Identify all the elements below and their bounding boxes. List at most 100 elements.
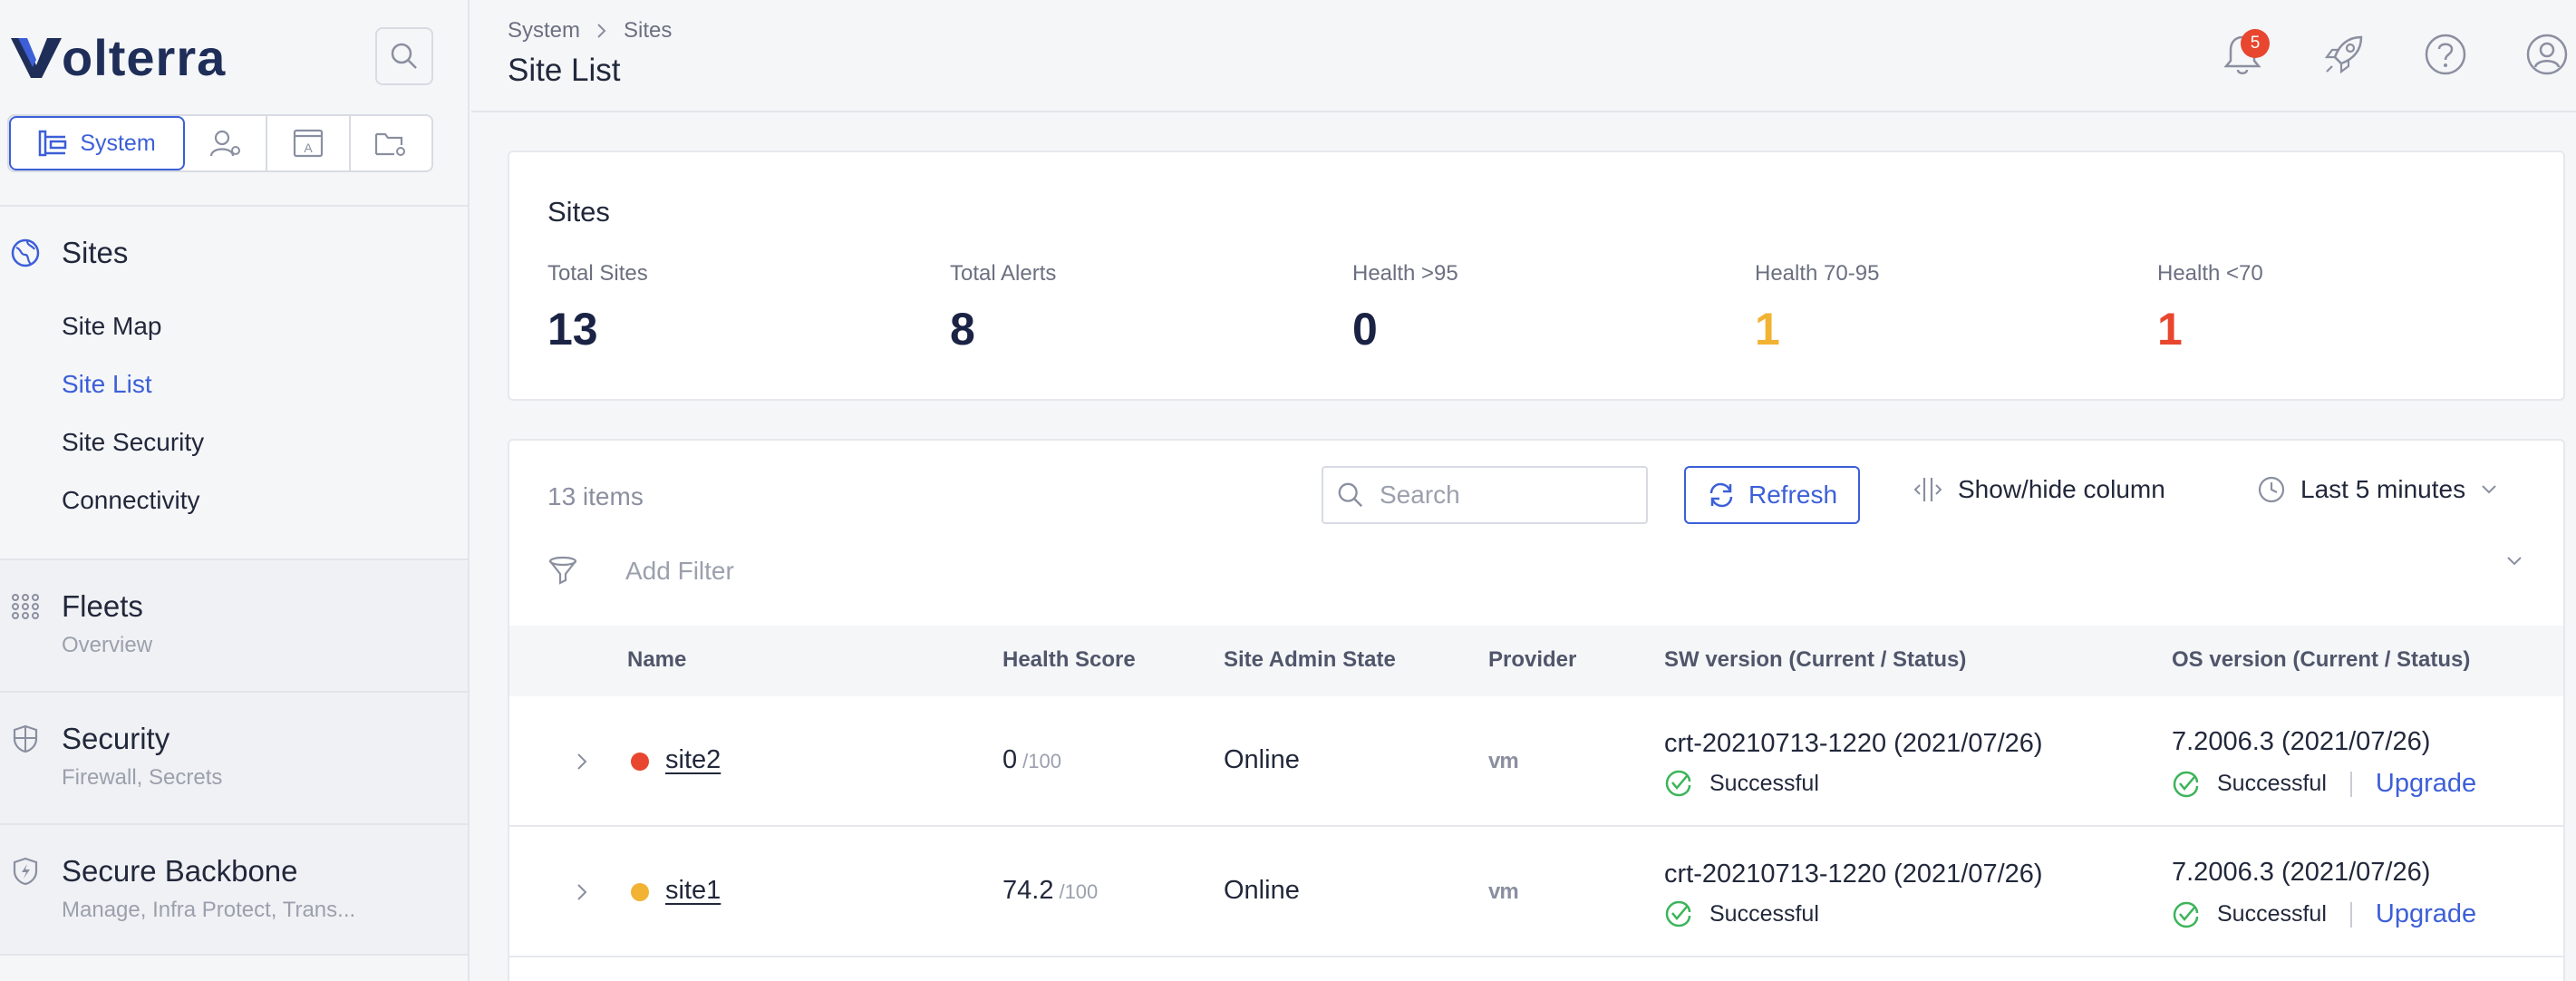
security-label: Security [62, 722, 170, 755]
stat-health-70-95: Health 70-95 1 [1755, 261, 1879, 355]
sw-status-label: Successful [1709, 900, 1819, 927]
notifications-button[interactable]: 5 [2215, 27, 2270, 82]
stat-label: Health 70-95 [1755, 261, 1880, 286]
os-status: Successful Upgrade [2172, 899, 2476, 929]
os-status: Successful Upgrade [2172, 769, 2476, 799]
chevron-down-icon[interactable] [2505, 555, 2523, 568]
stat-value: 1 [1755, 304, 1780, 355]
user-avatar-icon [2526, 34, 2568, 75]
shield-icon [11, 724, 40, 753]
site-admin-state: Online [1224, 745, 1300, 774]
breadcrumb: System Sites [508, 18, 672, 44]
sidebar-section-fleets[interactable]: Fleets Overview [0, 558, 470, 691]
breadcrumb-system[interactable]: System [508, 18, 580, 44]
column-header-health-score[interactable]: Health Score [1002, 647, 1136, 673]
time-range-dropdown[interactable]: Last 5 minutes [2257, 475, 2498, 504]
stat-health-below-70: Health <70 1 [2157, 261, 2263, 355]
health-score: 0/100 [1002, 745, 1061, 775]
health-score: 74.2/100 [1002, 876, 1098, 906]
column-header-os-version[interactable]: OS version (Current / Status) [2172, 647, 2470, 673]
chevron-right-icon[interactable] [575, 881, 589, 903]
sw-version: crt-20210713-1220 (2021/07/26) [1664, 729, 2043, 758]
page-header: System Sites Site List 5 [471, 0, 2576, 112]
fleets-subtitle: Overview [62, 633, 153, 657]
os-status-label: Successful [2217, 901, 2327, 927]
sidebar: olterra System A Sites Site Map Site Lis… [0, 0, 470, 981]
summary-title: Sites [547, 196, 610, 228]
site-name-link[interactable]: site1 [665, 876, 721, 906]
add-filter-bar[interactable]: Add Filter [547, 546, 2523, 597]
success-check-icon [1665, 900, 1691, 928]
logo-v-mark [11, 38, 62, 78]
sw-status: Successful [1664, 899, 1819, 928]
stat-label: Health <70 [2157, 261, 2263, 286]
workspace-account-button[interactable] [185, 116, 268, 170]
help-circle-icon [2425, 34, 2466, 75]
chevron-right-icon [597, 24, 606, 38]
workspace-admin-button[interactable]: A [267, 116, 351, 170]
table-row[interactable]: site1 74.2/100 Online vm crt-20210713-12… [509, 827, 2563, 957]
items-count: 13 items [547, 482, 644, 510]
upgrade-link[interactable]: Upgrade [2376, 769, 2476, 799]
column-header-sw-version[interactable]: SW version (Current / Status) [1664, 647, 1966, 673]
folder-settings-icon [375, 132, 406, 156]
stat-value: 1 [2157, 304, 2183, 355]
sidebar-item-site-security[interactable]: Site Security [62, 428, 204, 457]
svg-text:A: A [304, 141, 313, 155]
security-header: Security [11, 722, 169, 756]
column-header-site-admin-state[interactable]: Site Admin State [1224, 647, 1396, 673]
stat-total-alerts: Total Alerts 8 [950, 261, 1056, 355]
sidebar-item-site-list[interactable]: Site List [62, 370, 152, 399]
table-search-field[interactable] [1322, 466, 1648, 524]
sidebar-divider [0, 205, 470, 207]
success-check-icon [2173, 771, 2199, 797]
stat-label: Total Sites [547, 261, 648, 286]
chevron-right-icon[interactable] [575, 751, 589, 772]
search-input[interactable] [1380, 481, 1633, 510]
stat-label: Total Alerts [950, 261, 1057, 286]
search-icon [1338, 482, 1363, 508]
workspace-switcher: System A [7, 114, 433, 172]
refresh-label: Refresh [1748, 481, 1838, 509]
sidebar-search-button[interactable] [375, 27, 433, 85]
clock-icon [2258, 476, 2285, 503]
secure-backbone-header: Secure Backbone [11, 854, 298, 889]
sidebar-divider [0, 954, 470, 956]
user-settings-icon [209, 130, 240, 157]
site-list-table-card: 13 items Refresh Show/hide column [508, 439, 2565, 981]
help-button[interactable] [2418, 27, 2473, 82]
site-name-link[interactable]: site2 [665, 745, 721, 775]
sidebar-divider [0, 691, 470, 693]
globe-icon [11, 238, 40, 267]
sidebar-item-site-map[interactable]: Site Map [62, 312, 162, 341]
refresh-button[interactable]: Refresh [1684, 466, 1860, 524]
sidebar-section-label: Sites [62, 236, 129, 269]
site-admin-state: Online [1224, 876, 1300, 905]
shield-bolt-icon [11, 857, 40, 886]
time-range-label: Last 5 minutes [2300, 475, 2466, 503]
show-hide-label: Show/hide column [1958, 475, 2165, 503]
sw-version: crt-20210713-1220 (2021/07/26) [1664, 860, 2043, 889]
sidebar-section-secure-backbone[interactable]: Secure Backbone Manage, Infra Protect, T… [0, 823, 470, 956]
sidebar-item-connectivity[interactable]: Connectivity [62, 486, 200, 515]
health-status-dot [631, 883, 649, 901]
getting-started-button[interactable] [2317, 27, 2371, 82]
volterra-logo[interactable]: olterra [9, 29, 226, 86]
sidebar-section-security[interactable]: Security Firewall, Secrets [0, 691, 470, 823]
workspace-folder-settings-button[interactable] [351, 116, 431, 170]
sw-status: Successful [1664, 769, 1819, 798]
breadcrumb-sites[interactable]: Sites [624, 18, 672, 44]
os-version: 7.2006.3 (2021/07/26) [2172, 727, 2431, 756]
show-hide-column-button[interactable]: Show/hide column [1913, 475, 2165, 504]
column-header-provider[interactable]: Provider [1488, 647, 1576, 673]
success-check-icon [2173, 901, 2199, 928]
user-profile-button[interactable] [2520, 27, 2574, 82]
column-header-name[interactable]: Name [627, 647, 686, 673]
sidebar-section-sites[interactable]: Sites [11, 236, 128, 270]
workspace-system-button[interactable]: System [9, 116, 185, 170]
upgrade-link[interactable]: Upgrade [2376, 899, 2476, 929]
add-filter-placeholder: Add Filter [625, 557, 734, 585]
table-row[interactable]: site2 0/100 Online vm crt-20210713-1220 … [509, 696, 2563, 827]
fleets-icon [11, 592, 40, 621]
stat-value: 0 [1352, 304, 1378, 355]
